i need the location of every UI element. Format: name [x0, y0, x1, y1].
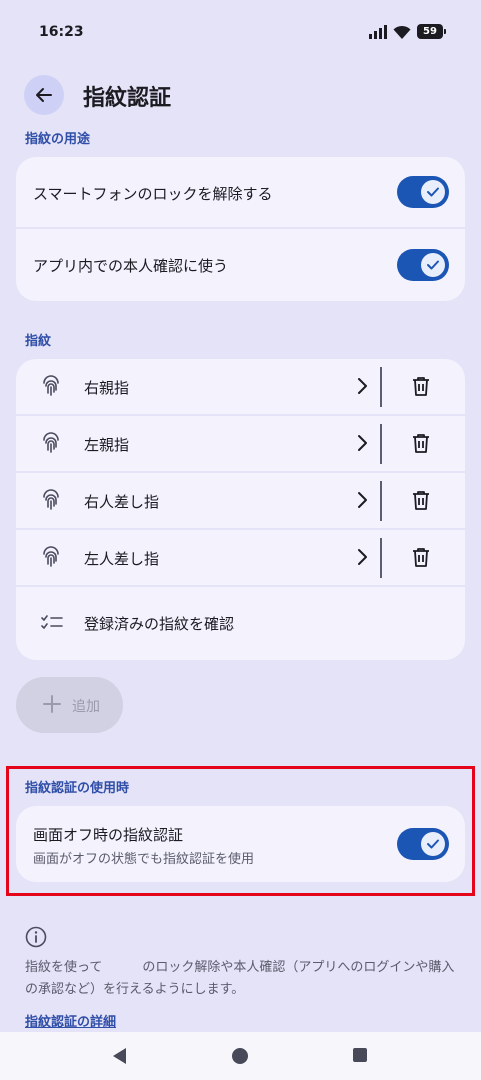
signal-icon: [369, 24, 387, 39]
plus-icon: [43, 695, 61, 713]
nav-recents-icon[interactable]: [353, 1048, 367, 1062]
chevron-right-icon[interactable]: [356, 434, 368, 452]
back-button[interactable]: [24, 75, 64, 115]
header: 指紋認証: [0, 74, 481, 118]
vertical-divider: [380, 424, 382, 464]
trash-icon[interactable]: [412, 547, 430, 567]
info-icon: [25, 926, 47, 948]
check-icon: [427, 187, 439, 197]
trash-icon[interactable]: [412, 433, 430, 453]
fingerprint-row[interactable]: 左人差し指: [16, 530, 465, 587]
page-title: 指紋認証: [83, 86, 172, 111]
nav-back-icon[interactable]: [112, 1047, 128, 1065]
fingerprints-card: 右親指 左親指 右人差し指 左人差し指 登録済みの指紋を確認: [16, 359, 465, 660]
status-icons: 59: [369, 24, 446, 39]
vertical-divider: [380, 481, 382, 521]
check-registered-row[interactable]: 登録済みの指紋を確認: [16, 587, 465, 660]
arrow-left-icon: [36, 88, 52, 102]
fingerprint-name: 左親指: [84, 436, 130, 454]
battery-icon: 59: [417, 24, 446, 39]
fingerprint-name: 右人差し指: [84, 493, 160, 511]
app-auth-row[interactable]: アプリ内での本人確認に使う: [16, 229, 465, 301]
vertical-divider: [380, 538, 382, 578]
fingerprint-name: 左人差し指: [84, 550, 160, 568]
fingerprint-icon: [43, 489, 59, 510]
unlock-phone-toggle[interactable]: [397, 176, 449, 208]
status-time: 16:23: [39, 24, 84, 40]
usage-card: スマートフォンのロックを解除する アプリ内での本人確認に使う: [16, 157, 465, 301]
chevron-right-icon[interactable]: [356, 491, 368, 509]
app-auth-toggle[interactable]: [397, 249, 449, 281]
add-fingerprint-button[interactable]: 追加: [16, 677, 123, 733]
section-label-fingerprints: 指紋: [25, 334, 52, 349]
check-registered-label: 登録済みの指紋を確認: [84, 615, 235, 633]
info-text: 指紋を使って のロック解除や本人確認（アプリへのログインや購入の承認など）を行える…: [25, 957, 455, 1001]
fingerprint-icon: [43, 375, 59, 396]
checklist-icon: [41, 615, 63, 629]
info-text-part1: 指紋を使って: [25, 960, 103, 975]
fingerprint-icon: [43, 546, 59, 567]
toggle-knob: [421, 253, 445, 277]
unlock-phone-label: スマートフォンのロックを解除する: [33, 185, 273, 203]
fingerprint-row[interactable]: 右親指: [16, 359, 465, 416]
add-label: 追加: [72, 699, 100, 715]
trash-icon[interactable]: [412, 490, 430, 510]
fingerprint-icon: [43, 432, 59, 453]
fingerprint-name: 右親指: [84, 379, 130, 397]
check-icon: [427, 260, 439, 270]
app-auth-label: アプリ内での本人確認に使う: [33, 257, 229, 275]
highlight-box: [6, 766, 475, 896]
fingerprint-row[interactable]: 右人差し指: [16, 473, 465, 530]
chevron-right-icon[interactable]: [356, 377, 368, 395]
section-label-usage: 指紋の用途: [25, 132, 91, 147]
toggle-knob: [421, 180, 445, 204]
status-bar: 16:23 59: [0, 0, 481, 68]
vertical-divider: [380, 367, 382, 407]
battery-level: 59: [423, 26, 437, 37]
unlock-phone-row[interactable]: スマートフォンのロックを解除する: [16, 157, 465, 229]
chevron-right-icon[interactable]: [356, 548, 368, 566]
navigation-bar: [0, 1032, 481, 1080]
nav-home-icon[interactable]: [232, 1048, 248, 1064]
fingerprint-row[interactable]: 左親指: [16, 416, 465, 473]
fingerprint-details-link[interactable]: 指紋認証の詳細: [25, 1011, 116, 1030]
trash-icon[interactable]: [412, 376, 430, 396]
wifi-icon: [393, 25, 411, 39]
